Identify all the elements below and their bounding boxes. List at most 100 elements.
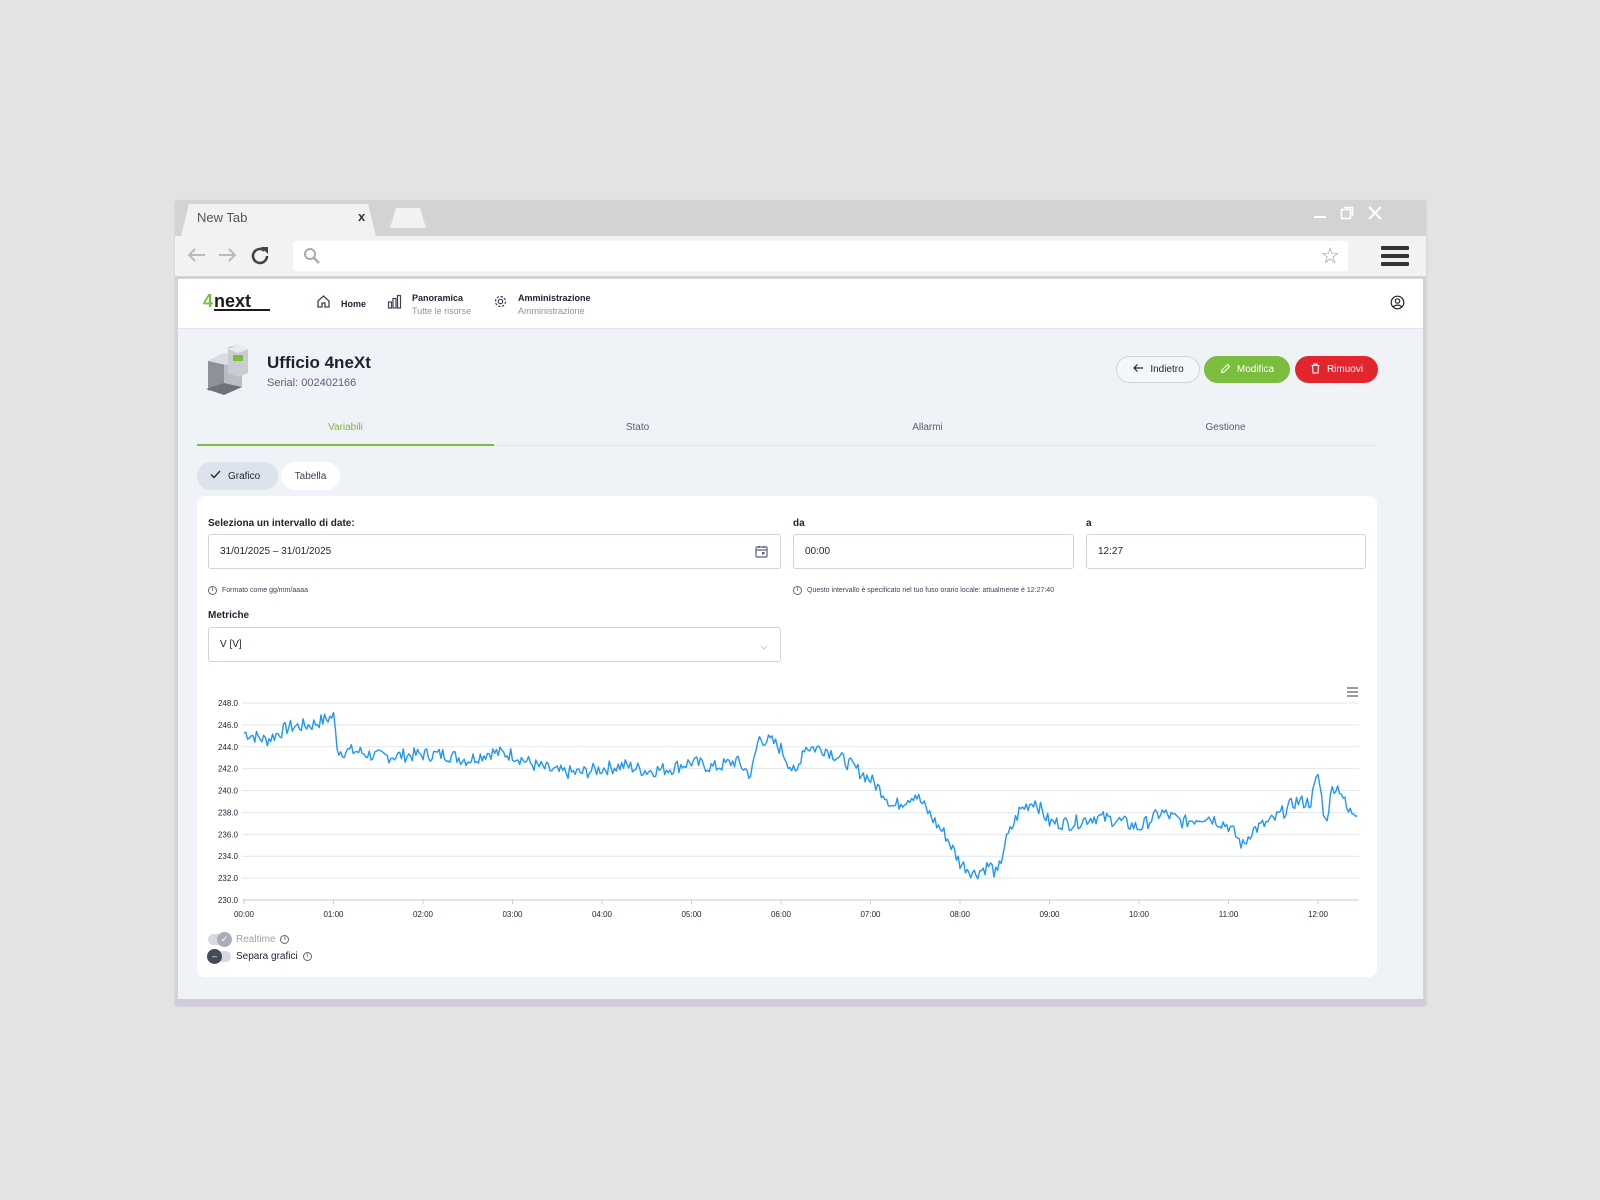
from-time-label: da [793,518,805,529]
y-tick-label: 236.0 [218,830,239,839]
nav-amministrazione[interactable]: Amministrazione Amministrazione [493,279,591,329]
split-charts-toggle[interactable]: – [207,949,231,964]
tab-variabili[interactable]: Variabili [197,416,494,446]
realtime-toggle[interactable]: ✓ [208,932,232,947]
bar-chart-icon [387,294,402,314]
info-icon: i [280,935,290,944]
edit-button[interactable]: Modifica [1204,356,1290,383]
minus-icon: – [207,949,222,964]
trash-icon [1310,362,1321,377]
browser-tab-title[interactable]: New Tab [197,210,247,225]
date-range-label: Seleziona un intervallo di date: [208,518,355,529]
nav-amministrazione-label: Amministrazione [518,292,591,303]
to-time-value: 12:27 [1098,546,1124,557]
back-button-label: Indietro [1150,364,1184,375]
minimize-icon[interactable] [1313,204,1327,225]
pencil-icon [1220,363,1231,377]
variables-card: Seleziona un intervallo di date: 31/01/2… [197,496,1377,977]
view-chart-label: Grafico [228,470,261,482]
date-format-hint: i Formato come gg/mm/aaaa [208,586,308,595]
realtime-label: Realtime [236,934,276,945]
app-viewport: 4 next Home Panoramica Tutte le risorse [178,279,1423,999]
voltage-line-chart: 230.0 232.0 234.0 236.0 238.0 240.0 242.0 244.0… [218,687,1359,919]
date-range-value: 31/01/2025 – 31/01/2025 [220,546,332,557]
y-tick-label: 234.0 [218,852,239,861]
remove-button-label: Rimuovi [1326,364,1364,375]
user-account-icon[interactable] [1390,295,1405,315]
y-tick-label: 242.0 [218,765,239,774]
x-tick-label: 02:00 [413,910,434,919]
x-tick-label: 09:00 [1039,910,1060,919]
y-tick-label: 238.0 [218,808,239,817]
y-tick-label: 230.0 [218,896,239,905]
back-button[interactable]: Indietro [1116,356,1200,383]
y-tick-label: 232.0 [218,874,239,883]
date-range-input[interactable]: 31/01/2025 – 31/01/2025 [208,534,781,569]
x-tick-label: 08:00 [950,910,971,919]
tab-close-button[interactable]: x [358,209,365,224]
new-tab-button[interactable] [390,208,426,228]
bookmark-star-icon[interactable]: ☆ [1320,245,1340,267]
x-tick-label: 03:00 [502,910,523,919]
info-icon: i [793,586,802,595]
maximize-icon[interactable] [1340,204,1354,225]
checkmark-icon [210,470,221,482]
reload-icon[interactable] [248,244,272,272]
svg-text:4: 4 [203,291,213,311]
to-time-input[interactable]: 12:27 [1086,534,1366,569]
browser-menu-icon[interactable] [1381,246,1409,266]
view-table-button[interactable]: Tabella [281,462,340,490]
check-icon: ✓ [217,932,232,947]
section-tabs: Variabili Stato Allarmi Gestione [197,416,1377,446]
x-tick-label: 07:00 [860,910,881,919]
from-time-input[interactable]: 00:00 [793,534,1074,569]
back-arrow-icon[interactable] [185,244,207,270]
top-navigation: 4 next Home Panoramica Tutte le risorse [178,279,1423,329]
device-image [202,343,254,402]
to-time-label: a [1086,518,1092,529]
y-tick-label: 240.0 [218,787,239,796]
y-tick-label: 244.0 [218,743,239,752]
split-charts-switch-row: – Separa grafici i [207,949,312,964]
nav-panoramica-sub: Tutte le risorse [412,305,472,316]
tab-gestione[interactable]: Gestione [1077,416,1374,446]
browser-window: New Tab x ☆ 4 next Home Panoramica Tutte… [175,200,1426,1005]
x-tick-label: 06:00 [771,910,792,919]
date-format-hint-text: Formato come gg/mm/aaaa [222,587,308,594]
view-chart-button[interactable]: Grafico [197,462,278,490]
info-icon: i [208,586,217,595]
nav-panoramica[interactable]: Panoramica Tutte le risorse [387,279,471,329]
address-bar[interactable]: ☆ [293,241,1348,271]
nav-amministrazione-sub: Amministrazione [518,305,585,316]
x-tick-label: 00:00 [234,910,255,919]
metrics-select[interactable]: V [V] [208,627,781,662]
arrow-left-icon [1132,363,1144,376]
timezone-hint-text: Questo intervallo è specificato nel tuo … [807,587,1055,594]
tab-allarmi[interactable]: Allarmi [779,416,1076,446]
calendar-icon[interactable] [755,545,768,561]
home-icon [316,294,331,314]
metrics-select-value: V [V] [220,639,242,650]
y-tick-label: 248.0 [218,699,239,708]
forward-arrow-icon[interactable] [217,244,239,270]
nav-home-label: Home [341,299,367,309]
split-charts-label: Separa grafici [236,951,298,962]
chart-menu-icon[interactable] [1347,687,1358,697]
browser-tabbar: New Tab x [175,200,1426,236]
x-tick-label: 01:00 [323,910,344,919]
brand-logo[interactable]: 4 next [203,291,273,318]
x-tick-label: 05:00 [681,910,702,919]
from-time-value: 00:00 [805,546,831,557]
metrics-label: Metriche [208,610,250,621]
browser-bottom-edge [175,999,1426,1005]
info-icon: i [302,952,312,961]
remove-button[interactable]: Rimuovi [1295,356,1378,383]
nav-panoramica-label: Panoramica [412,292,464,303]
search-icon [303,247,321,270]
device-serial: Serial: 002402166 [267,377,357,389]
nav-home[interactable]: Home [316,279,366,329]
tab-stato[interactable]: Stato [489,416,786,446]
x-tick-label: 11:00 [1219,910,1239,919]
close-window-icon[interactable] [1368,204,1382,225]
edit-button-label: Modifica [1236,364,1275,375]
